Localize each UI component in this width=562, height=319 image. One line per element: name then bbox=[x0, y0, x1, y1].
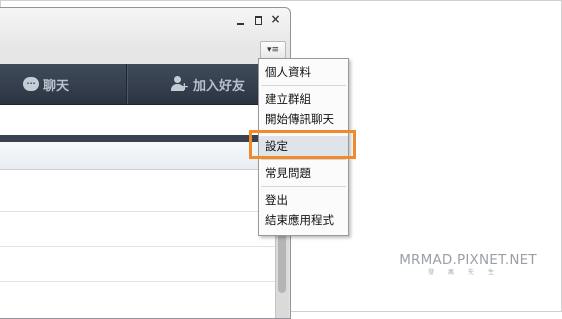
minimize-button[interactable] bbox=[235, 15, 246, 26]
watermark-sub: 發瘋先生 bbox=[427, 269, 508, 276]
watermark: MRMAD.PIXNET.NET 發瘋先生 bbox=[398, 252, 538, 276]
tab-chat[interactable]: ··· 聊天 bbox=[23, 64, 69, 104]
chat-bubble-icon: ··· bbox=[23, 77, 39, 91]
menu-item-exit[interactable]: 結束應用程式 bbox=[259, 210, 348, 230]
menu-item-start-chat[interactable]: 開始傳訊聊天 bbox=[259, 109, 348, 129]
list-row-divider bbox=[0, 281, 275, 282]
menu-separator bbox=[261, 159, 346, 160]
tab-add-friend-label: 加入好友 bbox=[193, 78, 246, 94]
menu-separator bbox=[261, 85, 346, 86]
app-window: × ▾≡ ··· 聊天 + 加入好友 bbox=[0, 7, 291, 319]
list-row-divider bbox=[0, 246, 275, 247]
menu-item-faq[interactable]: 常見問題 bbox=[259, 163, 348, 183]
content-area bbox=[0, 105, 275, 318]
list-row-divider bbox=[0, 211, 275, 212]
watermark-main: MRMAD.PIXNET.NET bbox=[399, 252, 537, 268]
menu-item-create-group[interactable]: 建立群組 bbox=[259, 89, 348, 109]
main-menu-button[interactable]: ▾≡ bbox=[260, 41, 286, 59]
add-friend-icon: + bbox=[171, 76, 189, 92]
nav-bar: ··· 聊天 + 加入好友 bbox=[0, 64, 290, 105]
close-button[interactable]: × bbox=[270, 13, 281, 25]
content-divider bbox=[0, 135, 275, 142]
list-header bbox=[0, 142, 275, 170]
settings-highlight-annotation bbox=[249, 130, 356, 159]
scrollbar-thumb[interactable] bbox=[278, 233, 286, 293]
maximize-button[interactable] bbox=[253, 15, 264, 26]
tab-chat-label: 聊天 bbox=[43, 78, 70, 94]
nav-divider bbox=[126, 64, 127, 104]
menu-separator bbox=[261, 186, 346, 187]
menu-item-logout[interactable]: 登出 bbox=[259, 190, 348, 210]
tab-add-friend[interactable]: + 加入好友 bbox=[171, 64, 245, 104]
menu-item-profile[interactable]: 個人資料 bbox=[259, 62, 348, 82]
